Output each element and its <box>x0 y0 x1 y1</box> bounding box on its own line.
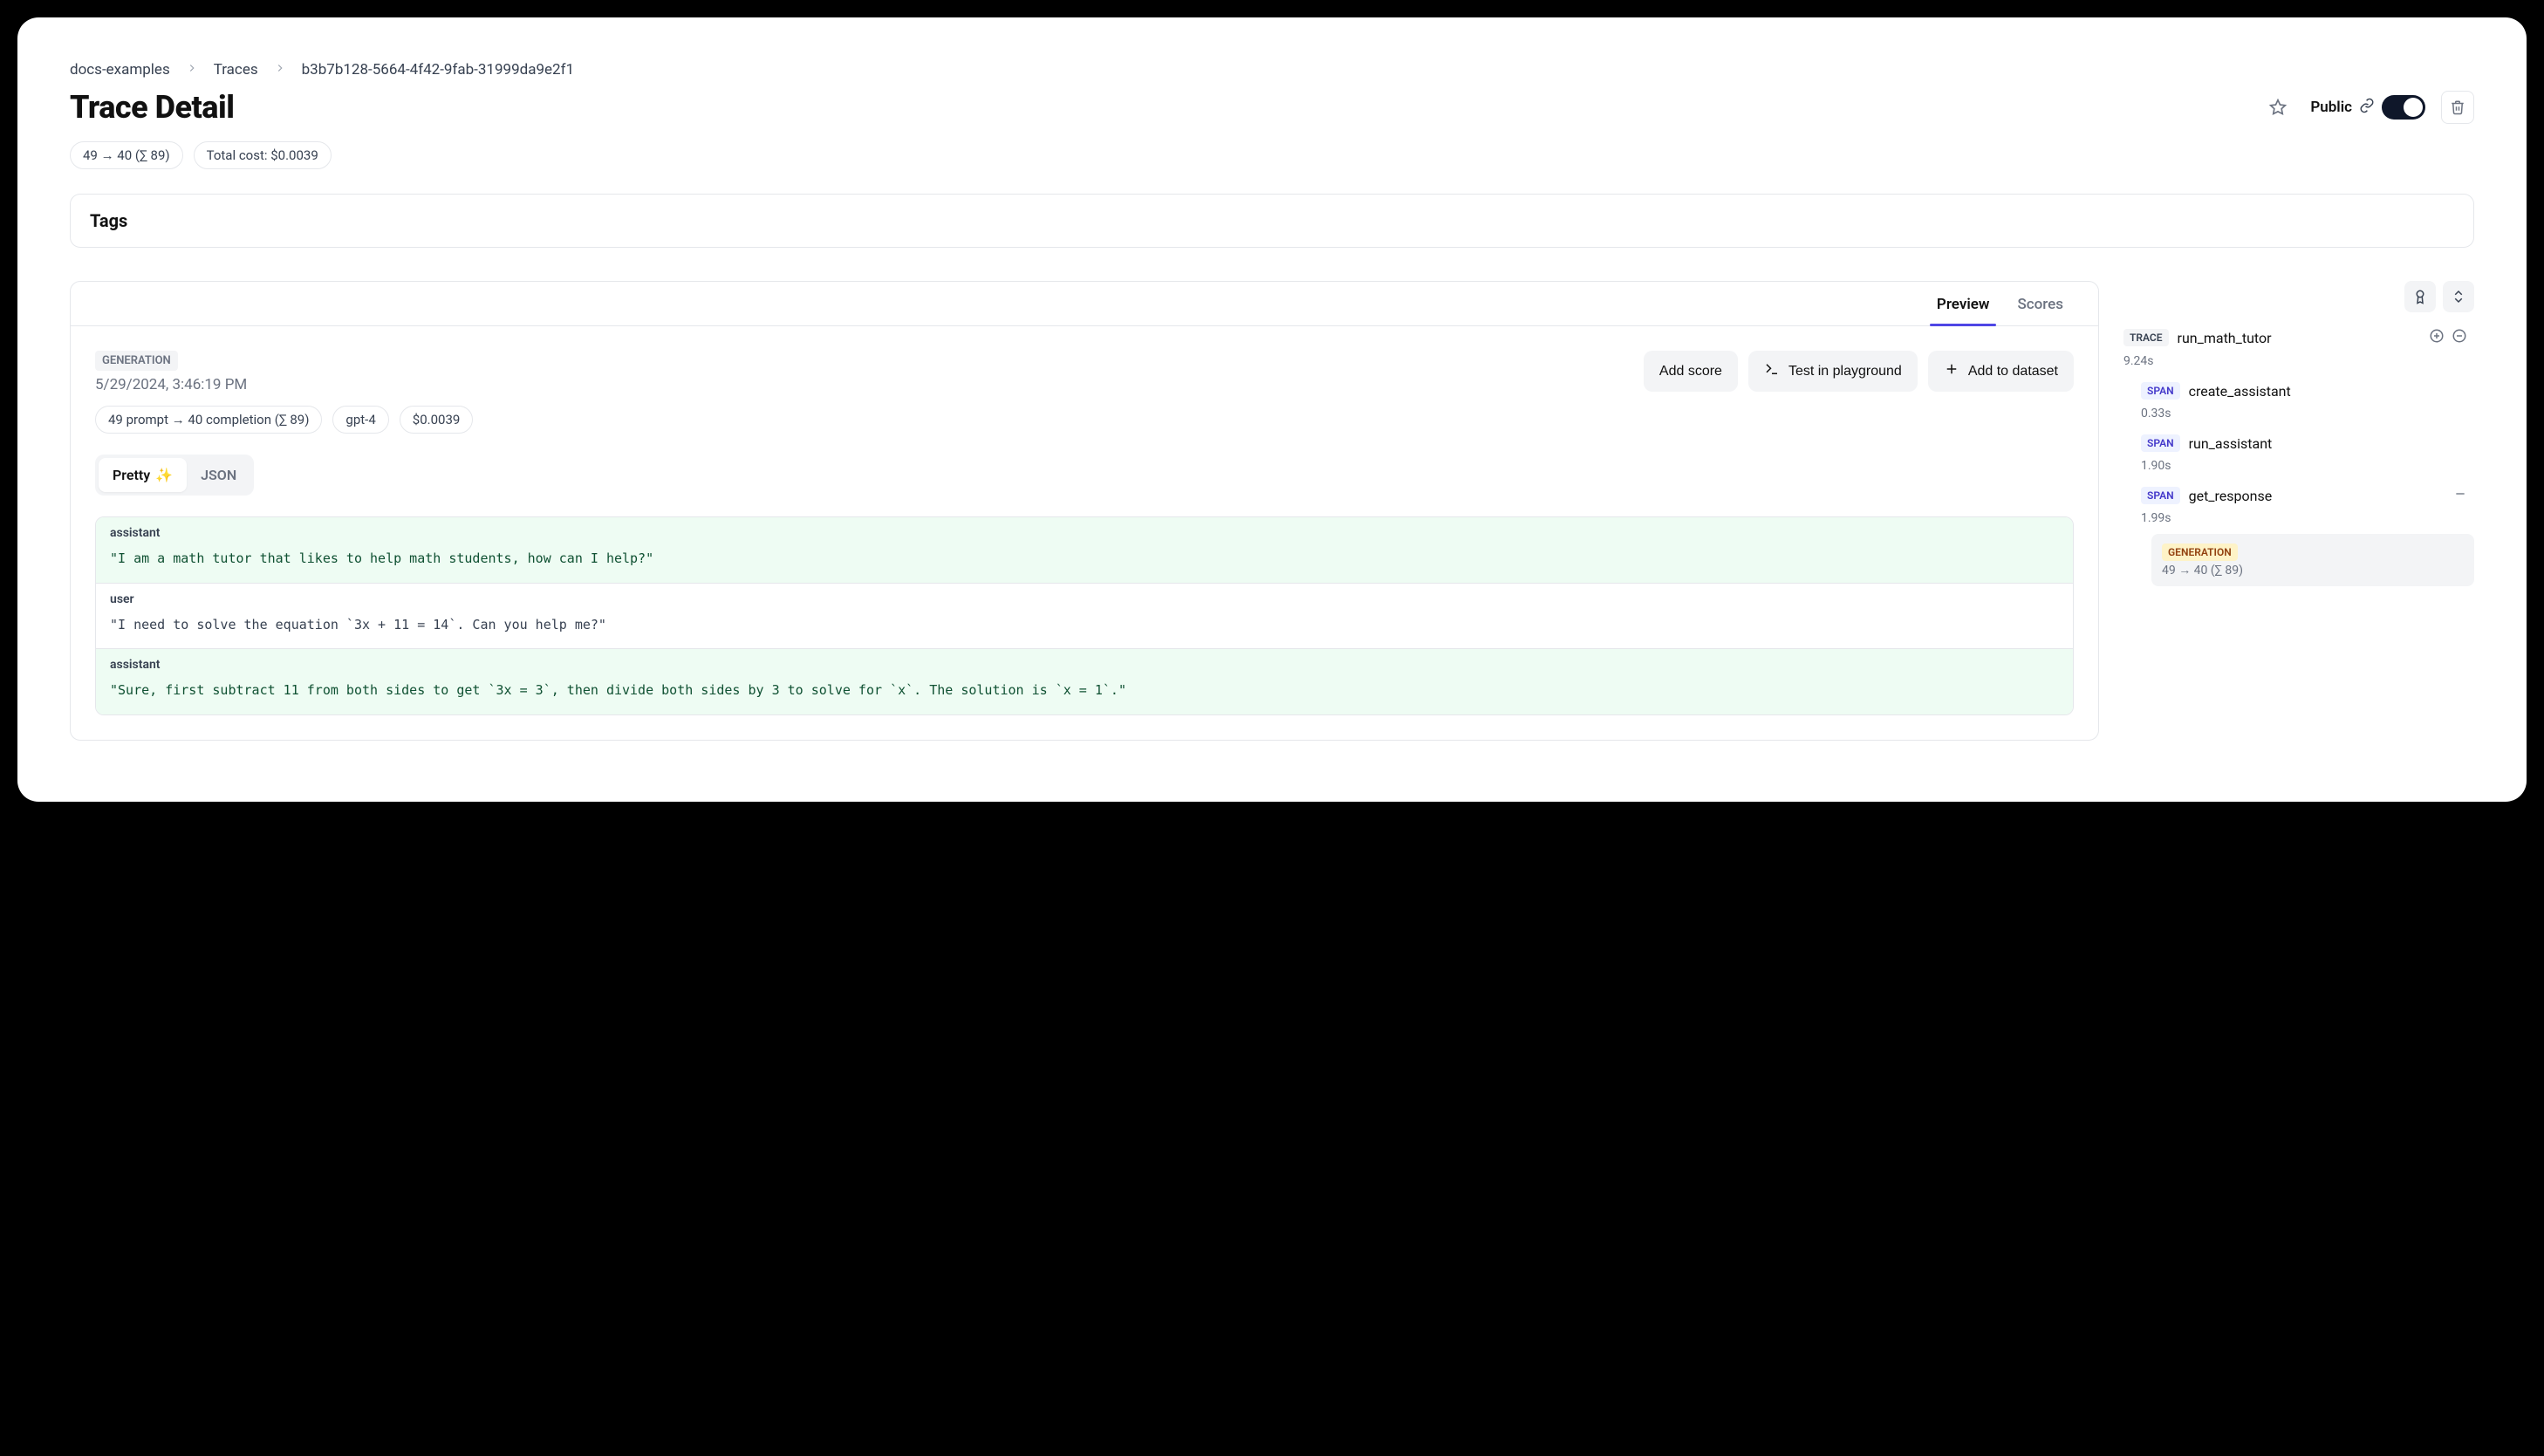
chevron-right-icon <box>274 61 286 79</box>
span-time: 1.99s <box>2141 511 2474 525</box>
public-toggle[interactable] <box>2382 95 2425 120</box>
generation-timestamp: 5/29/2024, 3:46:19 PM <box>95 376 247 393</box>
title-row: Trace Detail Public <box>70 89 2474 126</box>
detail-panel: Preview Scores GENERATION 5/29/2024, 3:4… <box>70 281 2099 741</box>
tree-generation-row[interactable]: GENERATION 49 → 40 (∑ 89) <box>2151 534 2474 586</box>
view-json[interactable]: JSON <box>187 458 250 492</box>
span-chip: SPAN <box>2141 382 2180 400</box>
delete-button[interactable] <box>2441 91 2474 124</box>
span-name: get_response <box>2189 488 2273 504</box>
breadcrumb-project[interactable]: docs-examples <box>70 61 170 79</box>
message-assistant: assistant "Sure, first subtract 11 from … <box>96 649 2073 714</box>
tree-span-row[interactable]: SPAN create_assistant <box>2134 377 2474 405</box>
terminal-icon <box>1764 361 1780 381</box>
breadcrumb-trace-id[interactable]: b3b7b128-5664-4f42-9fab-31999da9e2f1 <box>302 61 574 79</box>
minus-circle-icon[interactable] <box>2452 328 2467 347</box>
tokens-badge: 49 → 40 (∑ 89) <box>70 141 183 169</box>
message-content: "I am a math tutor that likes to help ma… <box>96 540 2073 583</box>
trace-time: 9.24s <box>2123 354 2474 368</box>
span-chip: SPAN <box>2141 434 2180 452</box>
tree-trace-row[interactable]: TRACE run_math_tutor <box>2117 323 2474 352</box>
generation-meta: 49 prompt → 40 completion (∑ 89) gpt-4 $… <box>95 406 2074 434</box>
view-pretty[interactable]: Pretty ✨ <box>99 458 187 492</box>
span-name: run_assistant <box>2189 435 2273 452</box>
sparkle-icon: ✨ <box>155 467 173 483</box>
public-toggle-group: Public <box>2310 95 2425 120</box>
message-assistant: assistant "I am a math tutor that likes … <box>96 517 2073 584</box>
trace-chip: TRACE <box>2123 329 2169 346</box>
summary-badges: 49 → 40 (∑ 89) Total cost: $0.0039 <box>70 141 2474 169</box>
message-content: "Sure, first subtract 11 from both sides… <box>96 672 2073 714</box>
span-time: 0.33s <box>2141 407 2474 420</box>
meta-model: gpt-4 <box>332 406 388 434</box>
span-chip: SPAN <box>2141 487 2180 504</box>
test-playground-button[interactable]: Test in playground <box>1748 351 1918 392</box>
tab-scores[interactable]: Scores <box>2003 282 2077 325</box>
span-time: 1.90s <box>2141 459 2474 473</box>
tab-preview[interactable]: Preview <box>1923 282 2004 325</box>
award-icon[interactable] <box>2404 281 2436 312</box>
message-role: assistant <box>96 649 2073 672</box>
generation-chip: GENERATION <box>2162 543 2238 561</box>
plus-circle-icon[interactable] <box>2429 328 2445 347</box>
tree-panel: TRACE run_math_tutor 9.24s <box>2117 281 2474 586</box>
add-score-button[interactable]: Add score <box>1644 351 1738 392</box>
star-icon[interactable] <box>2261 91 2294 124</box>
tree-span-row[interactable]: SPAN get_response <box>2134 482 2474 509</box>
public-label: Public <box>2310 99 2352 116</box>
page-title: Trace Detail <box>70 89 234 126</box>
meta-cost: $0.0039 <box>400 406 474 434</box>
tags-panel[interactable]: Tags <box>70 194 2474 248</box>
view-toggle: Pretty ✨ JSON <box>95 455 254 496</box>
generation-type-chip: GENERATION <box>95 351 178 371</box>
message-role: user <box>96 584 2073 606</box>
trace-name: run_math_tutor <box>2178 330 2272 346</box>
minus-icon[interactable] <box>2453 487 2467 504</box>
title-actions: Public <box>2261 91 2474 124</box>
breadcrumb: docs-examples Traces b3b7b128-5664-4f42-… <box>70 61 2474 79</box>
tree-actions <box>2117 281 2474 312</box>
collapse-icon[interactable] <box>2443 281 2474 312</box>
message-user: user "I need to solve the equation `3x +… <box>96 584 2073 650</box>
breadcrumb-traces[interactable]: Traces <box>214 61 258 79</box>
meta-tokens: 49 prompt → 40 completion (∑ 89) <box>95 406 322 434</box>
message-role: assistant <box>96 517 2073 540</box>
tree-span-row[interactable]: SPAN run_assistant <box>2134 429 2474 457</box>
tags-title: Tags <box>90 210 2454 231</box>
messages-list: assistant "I am a math tutor that likes … <box>95 516 2074 715</box>
detail-tabs: Preview Scores <box>71 282 2098 326</box>
message-content: "I need to solve the equation `3x + 11 =… <box>96 606 2073 649</box>
action-buttons: Add score Test in playground <box>1644 351 2074 392</box>
app-window: docs-examples Traces b3b7b128-5664-4f42-… <box>17 17 2527 802</box>
main-content: Preview Scores GENERATION 5/29/2024, 3:4… <box>70 281 2474 741</box>
add-dataset-button[interactable]: Add to dataset <box>1928 351 2074 392</box>
plus-icon <box>1944 361 1959 381</box>
chevron-right-icon <box>186 61 198 79</box>
span-name: create_assistant <box>2189 383 2291 400</box>
generation-sub: 49 → 40 (∑ 89) <box>2162 563 2464 578</box>
generation-header: GENERATION 5/29/2024, 3:46:19 PM Add sco… <box>95 351 2074 393</box>
trace-tree: TRACE run_math_tutor 9.24s <box>2117 323 2474 586</box>
cost-badge: Total cost: $0.0039 <box>194 141 332 169</box>
link-icon <box>2359 98 2375 117</box>
